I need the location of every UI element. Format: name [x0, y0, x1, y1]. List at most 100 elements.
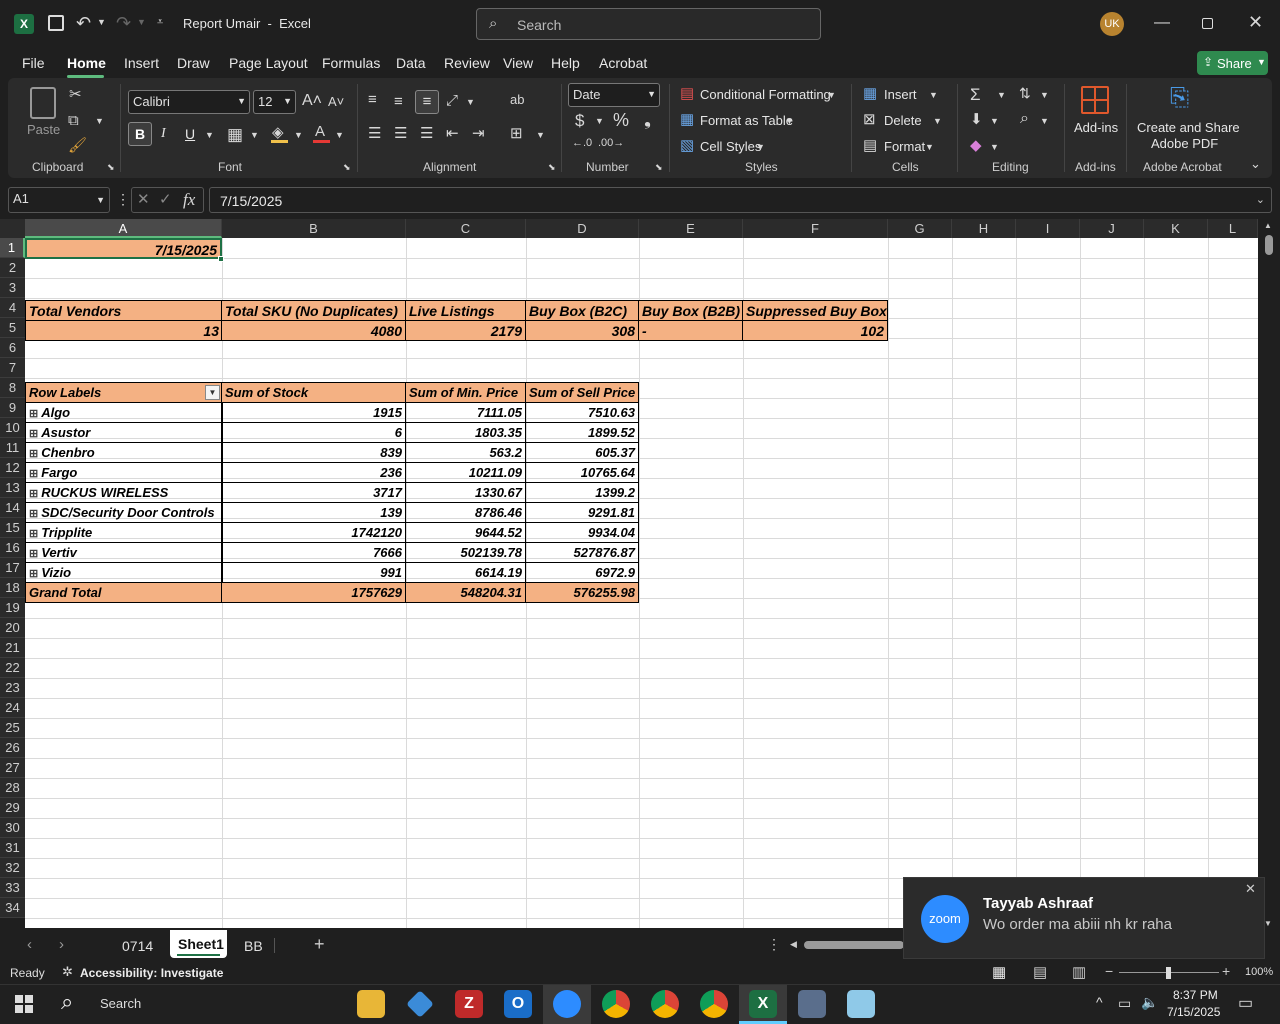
summary-header[interactable]: Buy Box (B2B)	[638, 300, 743, 321]
pivot-cell[interactable]: 1803.35	[405, 422, 526, 443]
create-pdf-line1[interactable]: Create and Share	[1137, 120, 1240, 135]
pivot-row-label[interactable]: ⊞ RUCKUS WIRELESS	[25, 482, 223, 503]
font-color-dropdown-icon[interactable]: ▼	[335, 131, 344, 140]
cell-styles-dropdown-icon[interactable]: ▼	[756, 143, 765, 152]
network-icon[interactable]: ▭	[1118, 995, 1131, 1012]
show-hidden-icons-icon[interactable]: ^	[1096, 994, 1103, 1010]
borders-icon[interactable]: ▦	[227, 126, 243, 143]
copy-dropdown-icon[interactable]: ▼	[95, 117, 104, 126]
pivot-cell[interactable]: 9934.04	[525, 522, 639, 543]
vertical-scrollbar[interactable]: ▲ ▼	[1258, 219, 1280, 930]
font-size-select[interactable]: 12 ▼	[253, 90, 296, 114]
redo-icon[interactable]: ↷	[116, 14, 131, 32]
row-header[interactable]: 29	[0, 798, 25, 818]
pivot-cell[interactable]: 1399.2	[525, 482, 639, 503]
pivot-row-label[interactable]: ⊞ Tripplite	[25, 522, 223, 543]
taskbar-search-icon[interactable]: ⌕	[61, 989, 73, 1015]
row-header[interactable]: 27	[0, 758, 25, 778]
row-header[interactable]: 24	[0, 698, 25, 718]
format-cells-dropdown-icon[interactable]: ▼	[925, 143, 934, 152]
merge-dropdown-icon[interactable]: ▼	[536, 131, 545, 140]
grand-total-label[interactable]: Grand Total	[25, 582, 223, 603]
row-header[interactable]: 13	[0, 478, 25, 498]
pivot-cell[interactable]: 6972.9	[525, 562, 639, 583]
row-header[interactable]: 31	[0, 838, 25, 858]
copy-icon[interactable]: ⧉	[68, 113, 79, 128]
close-icon[interactable]: ✕	[1248, 13, 1263, 31]
insert-cells-button[interactable]: Insert	[884, 87, 917, 102]
align-right-icon[interactable]: ☰	[420, 126, 433, 141]
fill-color-dropdown-icon[interactable]: ▼	[294, 131, 303, 140]
sheet-tab-0714[interactable]: 0714	[122, 938, 153, 954]
pivot-cell[interactable]: 1330.67	[405, 482, 526, 503]
conditional-formatting-dropdown-icon[interactable]: ▼	[827, 91, 836, 100]
chrome-icon[interactable]	[700, 990, 728, 1018]
customize-toolbar-icon[interactable]: ⩡	[157, 17, 163, 28]
clear-icon[interactable]: ◆	[970, 138, 982, 153]
autosum-icon[interactable]: Σ	[970, 86, 981, 103]
conditional-formatting-icon[interactable]: ▤	[680, 86, 694, 101]
row-header[interactable]: 6	[0, 338, 25, 358]
avatar[interactable]: UK	[1100, 12, 1124, 36]
font-name-select[interactable]: Calibri ▼	[128, 90, 250, 114]
row-header[interactable]: 14	[0, 498, 25, 518]
select-all-corner[interactable]	[0, 219, 25, 238]
scroll-left-icon[interactable]: ◀	[790, 939, 797, 950]
cell-a1[interactable]: 7/15/2025	[25, 238, 222, 259]
tab-formulas[interactable]: Formulas	[322, 55, 380, 71]
pivot-row-label[interactable]: ⊞ Algo	[25, 402, 223, 423]
sheet-tab-bb[interactable]: BB	[244, 938, 263, 954]
row-header[interactable]: 23	[0, 678, 25, 698]
row-header[interactable]: 26	[0, 738, 25, 758]
tab-insert[interactable]: Insert	[124, 55, 159, 71]
currency-icon[interactable]: $	[575, 112, 584, 129]
share-button[interactable]: ⇪ Share ▼	[1197, 51, 1268, 75]
pivot-header[interactable]: Sum of Sell Price	[525, 382, 639, 403]
column-header[interactable]: G	[888, 219, 952, 238]
delete-cells-icon[interactable]: ⊠	[863, 112, 876, 127]
column-header[interactable]: J	[1080, 219, 1144, 238]
find-select-icon[interactable]: ⌕	[1020, 111, 1029, 127]
summary-header[interactable]: Total SKU (No Duplicates)	[221, 300, 406, 321]
row-header[interactable]: 12	[0, 458, 25, 478]
scroll-down-icon[interactable]: ▼	[1264, 919, 1272, 928]
pivot-row-label[interactable]: ⊞ SDC/Security Door Controls	[25, 502, 223, 523]
expand-icon[interactable]: ⊞	[29, 488, 38, 500]
align-top-icon[interactable]: ≡	[368, 92, 377, 107]
expand-icon[interactable]: ⊞	[29, 468, 38, 480]
paste-button[interactable]: Paste	[27, 122, 60, 137]
windows-start-icon[interactable]	[15, 995, 33, 1013]
pivot-cell[interactable]: 502139.78	[405, 542, 526, 563]
format-painter-icon[interactable]: 🖌	[68, 138, 87, 153]
zoom-slider-thumb[interactable]	[1166, 967, 1171, 979]
font-launcher-icon[interactable]: ⬊	[343, 163, 351, 172]
pivot-row-label[interactable]: ⊞ Asustor	[25, 422, 223, 443]
add-ins-icon[interactable]	[1081, 86, 1109, 114]
notification-toast[interactable]: zoom Tayyab Ashraaf Wo order ma abiii nh…	[903, 877, 1265, 959]
row-header[interactable]: 2	[0, 258, 25, 278]
expand-icon[interactable]: ⊞	[29, 508, 38, 520]
column-header[interactable]: E	[639, 219, 743, 238]
grand-total-cell[interactable]: 576255.98	[525, 582, 639, 603]
more-options-icon[interactable]: ⋮	[116, 192, 130, 206]
pivot-cell[interactable]: 7111.05	[405, 402, 526, 423]
summary-value[interactable]: 2179	[405, 320, 526, 341]
row-header[interactable]: 16	[0, 538, 25, 558]
insert-cells-icon[interactable]: ▦	[863, 86, 877, 101]
tab-draw[interactable]: Draw	[177, 55, 210, 71]
minimize-icon[interactable]: —	[1154, 15, 1170, 31]
expand-icon[interactable]: ⊞	[29, 428, 38, 440]
align-center-icon[interactable]: ☰	[394, 126, 407, 141]
row-header[interactable]: 28	[0, 778, 25, 798]
pivot-cell[interactable]: 8786.46	[405, 502, 526, 523]
tab-acrobat[interactable]: Acrobat	[599, 55, 647, 71]
cell-styles-icon[interactable]: ▧	[680, 138, 694, 153]
accessibility-status[interactable]: Accessibility: Investigate	[80, 966, 223, 980]
undo-dropdown-icon[interactable]: ▼	[97, 18, 106, 27]
redo-dropdown-icon[interactable]: ▼	[137, 18, 146, 27]
format-as-table-icon[interactable]: ▦	[680, 112, 694, 127]
format-as-table-button[interactable]: Format as Table	[700, 113, 793, 128]
summary-value[interactable]: 102	[742, 320, 888, 341]
pivot-cell[interactable]: 1899.52	[525, 422, 639, 443]
taskbar-search[interactable]: Search	[100, 996, 141, 1011]
